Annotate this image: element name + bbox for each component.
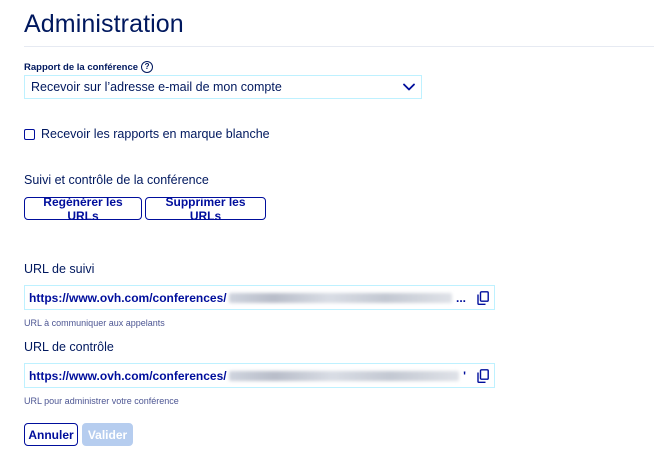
control-url-ellipsis: ' bbox=[463, 368, 466, 383]
control-url-field[interactable]: https://www.ovh.com/conferences/ ' bbox=[24, 363, 495, 388]
cancel-button[interactable]: Annuler bbox=[24, 423, 78, 446]
whitelabel-checkbox[interactable] bbox=[24, 128, 35, 140]
report-label-text: Rapport de la conférence bbox=[24, 61, 139, 73]
report-label: Rapport de la conférence ? bbox=[24, 61, 154, 73]
tracking-url-label: URL de suivi bbox=[24, 262, 95, 276]
tracking-url-field[interactable]: https://www.ovh.com/conferences/ ... bbox=[24, 285, 495, 310]
chevron-down-icon bbox=[403, 83, 415, 91]
copy-icon[interactable] bbox=[476, 368, 490, 383]
whitelabel-row[interactable]: Recevoir les rapports en marque blanche bbox=[24, 127, 270, 141]
report-select-value: Recevoir sur l’adresse e-mail de mon com… bbox=[31, 80, 282, 94]
help-icon[interactable]: ? bbox=[141, 61, 154, 73]
copy-icon[interactable] bbox=[476, 290, 490, 305]
report-select[interactable]: Recevoir sur l’adresse e-mail de mon com… bbox=[24, 75, 422, 99]
title-divider bbox=[24, 46, 654, 47]
control-url-helper: URL pour administrer votre conférence bbox=[24, 396, 179, 406]
submit-button[interactable]: Valider bbox=[82, 423, 133, 446]
tracking-url-ellipsis: ... bbox=[455, 290, 466, 305]
tracking-url-value: https://www.ovh.com/conferences/ bbox=[29, 290, 227, 305]
monitoring-section-label: Suivi et contrôle de la conférence bbox=[24, 173, 209, 187]
delete-urls-button[interactable]: Supprimer les URLs bbox=[145, 195, 266, 223]
redacted-token bbox=[228, 292, 452, 303]
page-title: Administration bbox=[24, 10, 184, 38]
redacted-token bbox=[228, 370, 460, 381]
tracking-url-helper: URL à communiquer aux appelants bbox=[24, 318, 165, 328]
whitelabel-label: Recevoir les rapports en marque blanche bbox=[41, 127, 270, 141]
control-url-value: https://www.ovh.com/conferences/ bbox=[29, 368, 227, 383]
control-url-label: URL de contrôle bbox=[24, 340, 114, 354]
regenerate-urls-button[interactable]: Regénérer les URLs bbox=[24, 195, 142, 223]
